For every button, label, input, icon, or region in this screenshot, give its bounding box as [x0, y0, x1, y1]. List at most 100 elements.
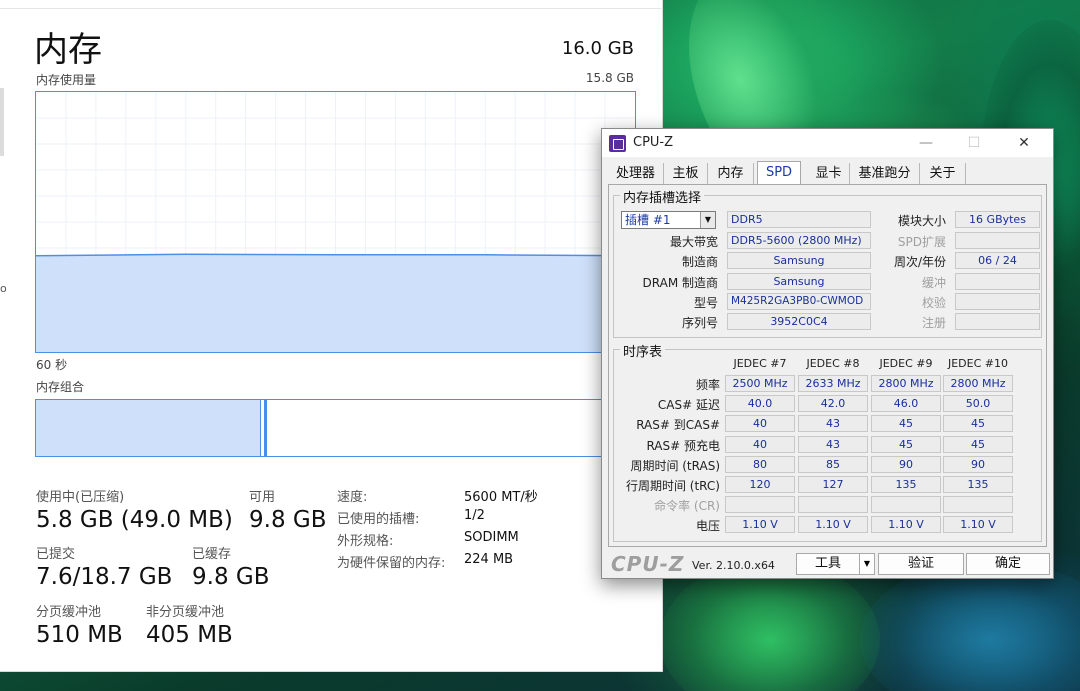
tab-bench[interactable]: 基准跑分 — [850, 163, 920, 185]
task-manager-memory-panel: o 内存 16.0 GB 内存使用量 15.8 GB 60 秒 内存组合 使用中… — [0, 0, 663, 672]
page-title: 内存 — [34, 30, 102, 70]
timing-row-label: 周期时间 (tRAS) — [630, 458, 720, 473]
timing-value-cell: 90 — [943, 455, 1013, 473]
spd-ext-label: SPD扩展 — [897, 235, 946, 249]
timing-value-cell: 43 — [798, 435, 868, 453]
max-bandwidth-label: 最大带宽 — [669, 235, 718, 249]
memory-type-field: DDR5 — [727, 211, 871, 228]
stat-nonpaged-pool: 非分页缓冲池 405 MB — [146, 601, 233, 648]
tools-button[interactable]: 工具 — [796, 553, 860, 575]
stat-label: 可用 — [249, 490, 276, 505]
timing-value-cell: 127 — [798, 476, 868, 493]
module-size-field: 16 GBytes — [955, 211, 1040, 228]
timing-value-cell: 135 — [871, 476, 941, 493]
composition-separator — [264, 400, 267, 456]
buffered-field — [955, 273, 1040, 290]
stat-value: 405 MB — [146, 622, 233, 648]
timing-column-header: JEDEC #8 — [806, 357, 860, 370]
tools-dropdown-arrow-icon[interactable]: ▼ — [859, 553, 875, 575]
timing-value-cell: 2633 MHz — [798, 375, 868, 392]
timing-value-cell: 45 — [943, 415, 1013, 433]
serial-number-field: 3952C0C4 — [727, 313, 871, 330]
registered-field — [955, 313, 1040, 330]
slot-dropdown-value: 插槽 #1 — [625, 213, 671, 227]
cpuz-window: CPU-Z — ☐ ✕ 处理器 主板 内存 SPD 显卡 基准跑分 关于 内存插… — [601, 128, 1054, 579]
timing-column-header: JEDEC #9 — [879, 357, 933, 370]
timing-column-header: JEDEC #10 — [947, 357, 1008, 370]
buffered-label: 缓冲 — [921, 276, 946, 290]
tab-mainboard[interactable]: 主板 — [664, 163, 708, 185]
close-button[interactable]: ✕ — [1010, 132, 1038, 154]
ok-button[interactable]: 确定 — [966, 553, 1050, 575]
graph-max-label: 15.8 GB — [585, 71, 634, 85]
timing-value-cell: 40 — [725, 435, 795, 453]
validate-button[interactable]: 验证 — [878, 553, 964, 575]
group-title: 时序表 — [620, 341, 666, 360]
edge-text: o — [0, 282, 7, 295]
dram-manufacturer-field: Samsung — [727, 273, 871, 290]
stat-label: 分页缓冲池 — [36, 605, 102, 620]
memory-usage-graph — [35, 91, 636, 353]
cpuz-brand-logo: CPU-Z — [611, 552, 685, 576]
spd-tab-content: 内存插槽选择 插槽 #1 ▼ DDR5 模块大小 16 GBytes 最大带宽 … — [608, 184, 1047, 547]
timing-value-cell: 45 — [871, 435, 941, 453]
timing-value-cell: 40.0 — [725, 395, 795, 413]
wallpaper-leaf-shape — [660, 560, 880, 691]
stat-paged-pool: 分页缓冲池 510 MB — [36, 601, 123, 648]
timing-value-cell: 2800 MHz — [943, 375, 1013, 392]
form-factor-label: 外形规格: — [337, 534, 394, 549]
dram-manufacturer-label: DRAM 制造商 — [642, 276, 718, 290]
chevron-down-icon: ▼ — [700, 212, 715, 228]
part-number-label: 型号 — [693, 296, 718, 310]
tab-memory[interactable]: 内存 — [708, 163, 754, 185]
timing-value-cell: 50.0 — [943, 395, 1013, 413]
tab-spd[interactable]: SPD — [757, 161, 801, 185]
reserved-value: 224 MB — [464, 552, 514, 567]
timing-value-cell: 1.10 V — [798, 516, 868, 534]
tab-graphics[interactable]: 显卡 — [808, 163, 850, 185]
stat-value: 510 MB — [36, 622, 123, 648]
timing-value-cell: 43 — [798, 415, 868, 433]
timing-row-label: 电压 — [695, 519, 720, 534]
timings-group: 时序表 JEDEC #7 JEDEC #8 JEDEC #9 JEDEC #10 频率 2… — [613, 341, 1042, 542]
timing-value-cell: 85 — [798, 455, 868, 473]
version-label: Ver. 2.10.0.x64 — [692, 559, 775, 572]
timing-value-cell — [725, 496, 795, 514]
slot-dropdown[interactable]: 插槽 #1 ▼ — [621, 211, 716, 229]
stat-label: 已缓存 — [192, 547, 232, 562]
timing-value-cell: 40 — [725, 415, 795, 433]
maximize-button[interactable]: ☐ — [960, 132, 988, 154]
timing-value-cell: 90 — [871, 455, 941, 473]
slots-label: 已使用的插槽: — [337, 512, 420, 527]
timing-row-label: CAS# 延迟 — [657, 398, 720, 413]
timing-value-cell — [871, 496, 941, 514]
stat-value: 9.8 GB — [249, 507, 327, 533]
registered-label: 注册 — [921, 316, 946, 330]
week-year-field: 06 / 24 — [955, 252, 1040, 269]
slot-selection-group: 内存插槽选择 插槽 #1 ▼ DDR5 模块大小 16 GBytes 最大带宽 … — [613, 187, 1042, 338]
timing-value-cell: 1.10 V — [943, 516, 1013, 534]
stat-value: 5.8 GB (49.0 MB) — [36, 507, 233, 533]
minimize-button[interactable]: — — [912, 132, 940, 154]
time-span-label: 60 秒 — [36, 358, 68, 372]
timing-value-cell: 2500 MHz — [725, 375, 795, 392]
timing-value-cell: 46.0 — [871, 395, 941, 413]
timing-row-label: 命令率 (CR) — [654, 499, 720, 514]
memory-composition-bar — [35, 399, 636, 457]
graph-label: 内存使用量 — [36, 73, 97, 87]
correction-label: 校验 — [921, 296, 946, 310]
spd-ext-field — [955, 232, 1040, 249]
tab-processor[interactable]: 处理器 — [608, 163, 664, 185]
window-title: CPU-Z — [633, 135, 674, 150]
total-memory: 16.0 GB — [561, 38, 634, 59]
stat-value: 9.8 GB — [192, 564, 270, 590]
timing-value-cell — [798, 496, 868, 514]
stat-value: 7.6/18.7 GB — [36, 564, 173, 590]
wallpaper-leaf-shape — [860, 560, 1080, 691]
timing-value-cell: 1.10 V — [871, 516, 941, 534]
title-bar[interactable]: CPU-Z — ☐ ✕ — [602, 129, 1053, 157]
stat-cached: 已缓存 9.8 GB — [192, 543, 270, 590]
manufacturer-field: Samsung — [727, 252, 871, 269]
tab-about[interactable]: 关于 — [920, 163, 966, 185]
stat-in-use: 使用中(已压缩) 5.8 GB (49.0 MB) — [36, 486, 233, 533]
